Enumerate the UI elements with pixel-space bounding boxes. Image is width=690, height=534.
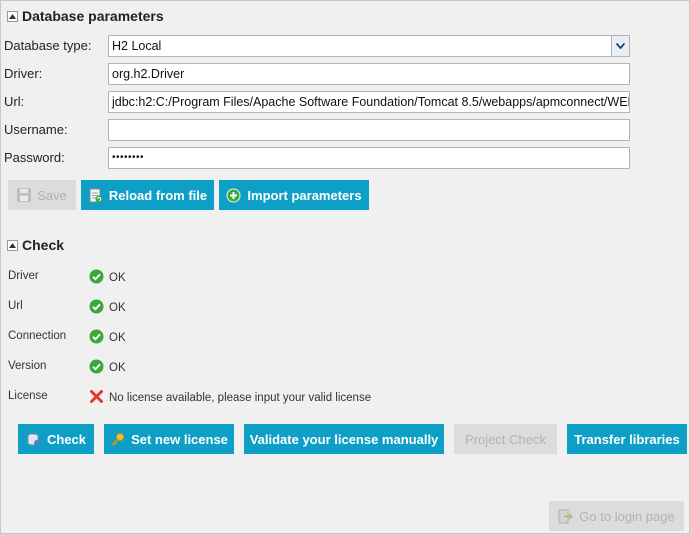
import-parameters-button[interactable]: Import parameters — [219, 180, 369, 210]
validate-license-label: Validate your license manually — [249, 431, 439, 447]
check-connection-value: OK — [109, 332, 126, 344]
url-label: Url: — [4, 94, 25, 109]
project-check-label: Project Check — [465, 431, 546, 447]
driver-label: Driver: — [4, 66, 43, 81]
reload-file-icon — [88, 188, 103, 203]
collapse-icon[interactable] — [7, 10, 18, 22]
check-button-label: Check — [46, 431, 87, 447]
set-new-license-label: Set new license — [131, 431, 228, 447]
check-license-status: No license available, please input your … — [89, 389, 371, 407]
go-to-login-label: Go to login page — [579, 508, 675, 524]
save-label: Save — [37, 187, 67, 203]
save-button[interactable]: Save — [8, 180, 76, 210]
error-x-icon — [89, 389, 104, 407]
database-type-label: Database type: — [4, 38, 92, 53]
check-section-title: Check — [22, 237, 65, 253]
ok-check-icon — [89, 329, 104, 347]
main-panel: Database parameters Database type: H2 Lo… — [0, 0, 690, 534]
check-version-status: OK — [89, 359, 126, 377]
transfer-libraries-label: Transfer libraries — [574, 431, 680, 447]
url-field[interactable]: jdbc:h2:C:/Program Files/Apache Software… — [108, 91, 630, 113]
check-driver-value: OK — [109, 272, 126, 284]
check-driver-status: OK — [89, 269, 126, 287]
driver-field[interactable]: org.h2.Driver — [108, 63, 630, 85]
login-icon — [558, 509, 574, 524]
add-icon — [226, 188, 241, 203]
check-db-icon — [26, 432, 41, 447]
check-license-label: License — [8, 390, 48, 402]
transfer-libraries-button[interactable]: Transfer libraries — [567, 424, 687, 454]
check-button[interactable]: Check — [18, 424, 94, 454]
ok-check-icon — [89, 359, 104, 377]
check-version-label: Version — [8, 360, 47, 372]
database-type-select[interactable]: H2 Local — [108, 35, 630, 57]
save-icon — [17, 188, 31, 202]
check-version-value: OK — [109, 362, 126, 374]
check-connection-status: OK — [89, 329, 126, 347]
db-section-title: Database parameters — [22, 8, 164, 24]
password-label: Password: — [4, 150, 65, 165]
password-field[interactable]: •••••••• — [108, 147, 630, 169]
username-field[interactable] — [108, 119, 630, 141]
chevron-down-icon[interactable] — [611, 36, 629, 56]
check-url-status: OK — [89, 299, 126, 317]
database-type-value: H2 Local — [112, 39, 162, 53]
go-to-login-page-button[interactable]: Go to login page — [549, 501, 684, 531]
check-license-value: No license available, please input your … — [109, 392, 372, 404]
reload-from-file-button[interactable]: Reload from file — [81, 180, 214, 210]
ok-check-icon — [89, 269, 104, 287]
check-driver-label: Driver — [8, 270, 39, 282]
project-check-button[interactable]: Project Check — [454, 424, 557, 454]
set-new-license-button[interactable]: Set new license — [104, 424, 234, 454]
validate-license-manually-button[interactable]: Validate your license manually — [244, 424, 444, 454]
collapse-icon[interactable] — [7, 239, 18, 251]
key-icon — [110, 432, 125, 447]
check-url-label: Url — [8, 300, 23, 312]
reload-from-file-label: Reload from file — [108, 187, 208, 203]
ok-check-icon — [89, 299, 104, 317]
check-section-header[interactable]: Check — [7, 236, 64, 254]
check-connection-label: Connection — [8, 330, 67, 342]
username-label: Username: — [4, 122, 68, 137]
import-parameters-label: Import parameters — [247, 187, 362, 203]
check-url-value: OK — [109, 302, 126, 314]
db-section-header[interactable]: Database parameters — [7, 7, 164, 25]
